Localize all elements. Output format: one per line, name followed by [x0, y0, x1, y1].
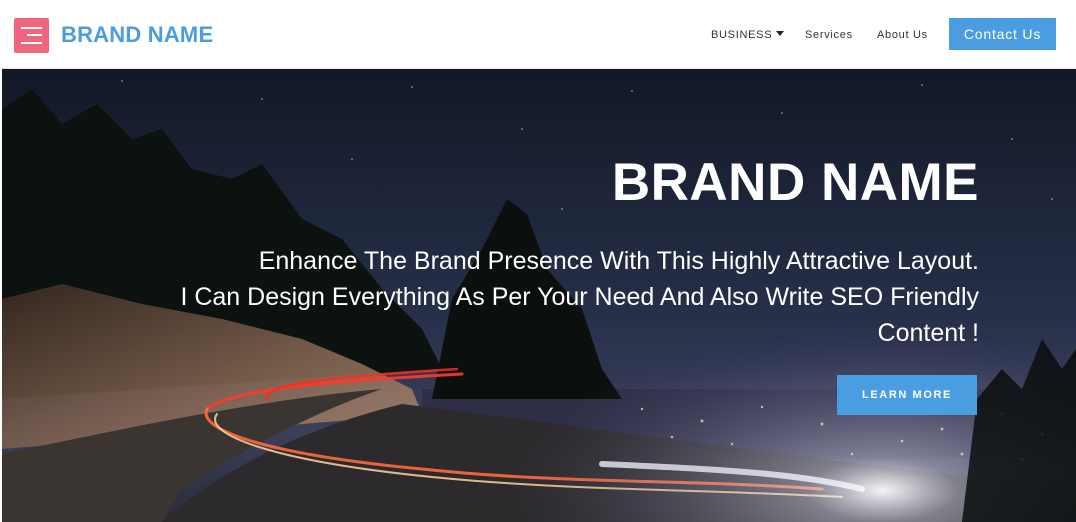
- contact-us-button[interactable]: Contact Us: [949, 18, 1056, 50]
- hero-description: Enhance The Brand Presence With This Hig…: [79, 243, 979, 351]
- brand-name[interactable]: BRAND NAME: [61, 21, 213, 49]
- hero-title: BRAND NAME: [611, 153, 979, 212]
- hero-line-3: Content !: [877, 319, 979, 347]
- menu-icon[interactable]: [14, 18, 49, 53]
- learn-more-button[interactable]: LEARN MORE: [837, 375, 977, 415]
- caret-down-icon: [776, 31, 785, 36]
- nav-business-label: BUSINESS: [711, 29, 773, 41]
- header-bar: BRAND NAME BUSINESS Services About Us Co…: [2, 2, 1076, 69]
- hero-line-2: I Can Design Everything As Per Your Need…: [180, 283, 979, 311]
- nav-services[interactable]: Services: [805, 28, 853, 42]
- nav-about-us[interactable]: About Us: [877, 28, 928, 42]
- nav-business[interactable]: BUSINESS: [711, 28, 785, 42]
- hero-line-1: Enhance The Brand Presence With This Hig…: [258, 247, 979, 275]
- hero-section: BRAND NAME Enhance The Brand Presence Wi…: [2, 69, 1076, 522]
